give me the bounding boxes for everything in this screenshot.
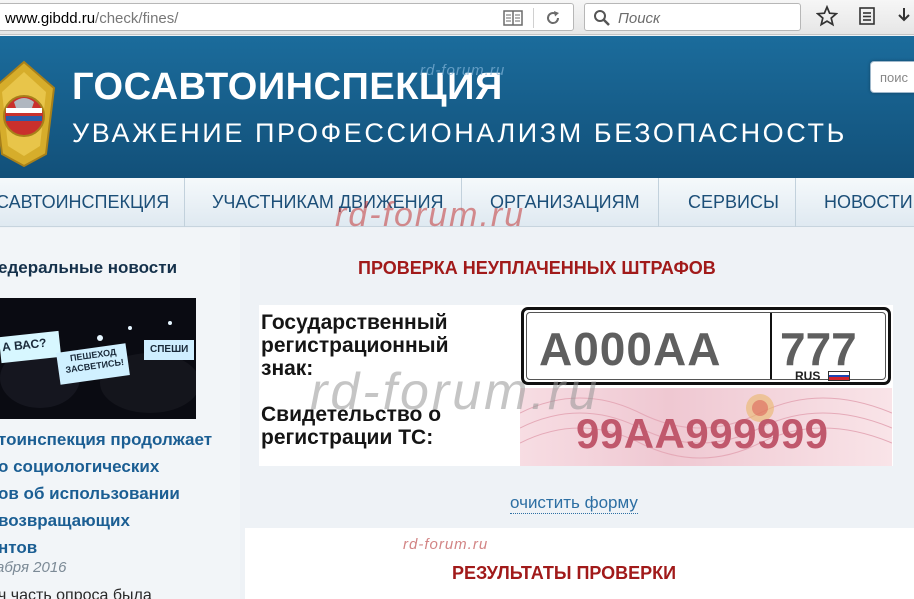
reader-view-icon[interactable]	[503, 10, 523, 26]
bookmarks-list-icon[interactable]	[857, 6, 877, 26]
clear-form-link[interactable]: очистить форму	[510, 493, 638, 514]
nav-item-gosavtoinspektsiya[interactable]: САВТОИНСПЕКЦИЯ	[0, 178, 169, 227]
sidebar-title: едеральные новости	[0, 258, 178, 277]
site-search-placeholder: поис	[880, 70, 909, 85]
search-icon	[594, 10, 610, 26]
bookmark-star-icon[interactable]	[816, 5, 838, 27]
nav-divider	[795, 178, 796, 227]
nav-divider	[658, 178, 659, 227]
watermark: rd-forum.ru	[420, 62, 506, 79]
nav-divider	[184, 178, 185, 227]
watermark: rd-forum.ru	[310, 363, 601, 421]
watermark: rd-forum.ru	[403, 536, 489, 553]
results-title: РЕЗУЛЬТАТЫ ПРОВЕРКИ	[452, 563, 677, 583]
results-section: РЕЗУЛЬТАТЫ ПРОВЕРКИ	[245, 528, 914, 599]
plate-region-value[interactable]: 777	[780, 322, 857, 376]
russia-flag-icon	[828, 371, 850, 381]
news-image[interactable]: А ВАС? ПЕШЕХОД ЗАСВЕТИСЬ! СПЕШИ	[0, 298, 196, 419]
site-header: ГОСАВТОИНСПЕКЦИЯ УВАЖЕНИЕ ПРОФЕССИОНАЛИЗ…	[0, 36, 914, 178]
search-placeholder: Поиск	[618, 10, 661, 27]
download-icon[interactable]	[896, 6, 914, 26]
nav-item-services[interactable]: СЕРВИСЫ	[688, 178, 779, 227]
url-domain: www.gibdd.ru	[5, 10, 96, 27]
plate-divider	[770, 313, 772, 379]
site-search-input[interactable]: поис	[870, 61, 914, 93]
browser-search-bar[interactable]: Поиск	[584, 3, 801, 31]
plate-country-code: RUS	[795, 369, 821, 383]
form-title: ПРОВЕРКА НЕУПЛАЧЕННЫХ ШТРАФОВ	[358, 258, 716, 278]
address-bar[interactable]: www.gibdd.ru/check/fines/	[0, 3, 574, 31]
news-date: абря 2016	[0, 559, 67, 576]
nav-item-news[interactable]: НОВОСТИ	[824, 178, 913, 227]
gibdd-emblem-icon[interactable]	[0, 58, 62, 170]
certificate-number-value[interactable]: 99АА999999	[576, 410, 829, 458]
sidebar-news: едеральные новости А ВАС? ПЕШЕХОД ЗАСВЕТ…	[0, 228, 240, 599]
browser-toolbar: www.gibdd.ru/check/fines/ Поиск	[0, 0, 914, 35]
news-excerpt: ч часть опроса была	[0, 587, 152, 599]
news-image-text-3: СПЕШИ	[150, 344, 189, 355]
watermark: rd-forum.ru	[335, 196, 526, 234]
news-headline-link[interactable]: тоинспекция продолжает о социологических…	[0, 426, 238, 561]
url-path: /check/fines/	[95, 10, 179, 27]
reload-icon[interactable]	[544, 9, 562, 27]
url-text[interactable]: www.gibdd.ru/check/fines/	[5, 10, 178, 27]
site-slogan: УВАЖЕНИЕ ПРОФЕССИОНАЛИЗМ БЕЗОПАСНОСТЬ	[72, 118, 847, 148]
url-separator	[533, 8, 534, 28]
